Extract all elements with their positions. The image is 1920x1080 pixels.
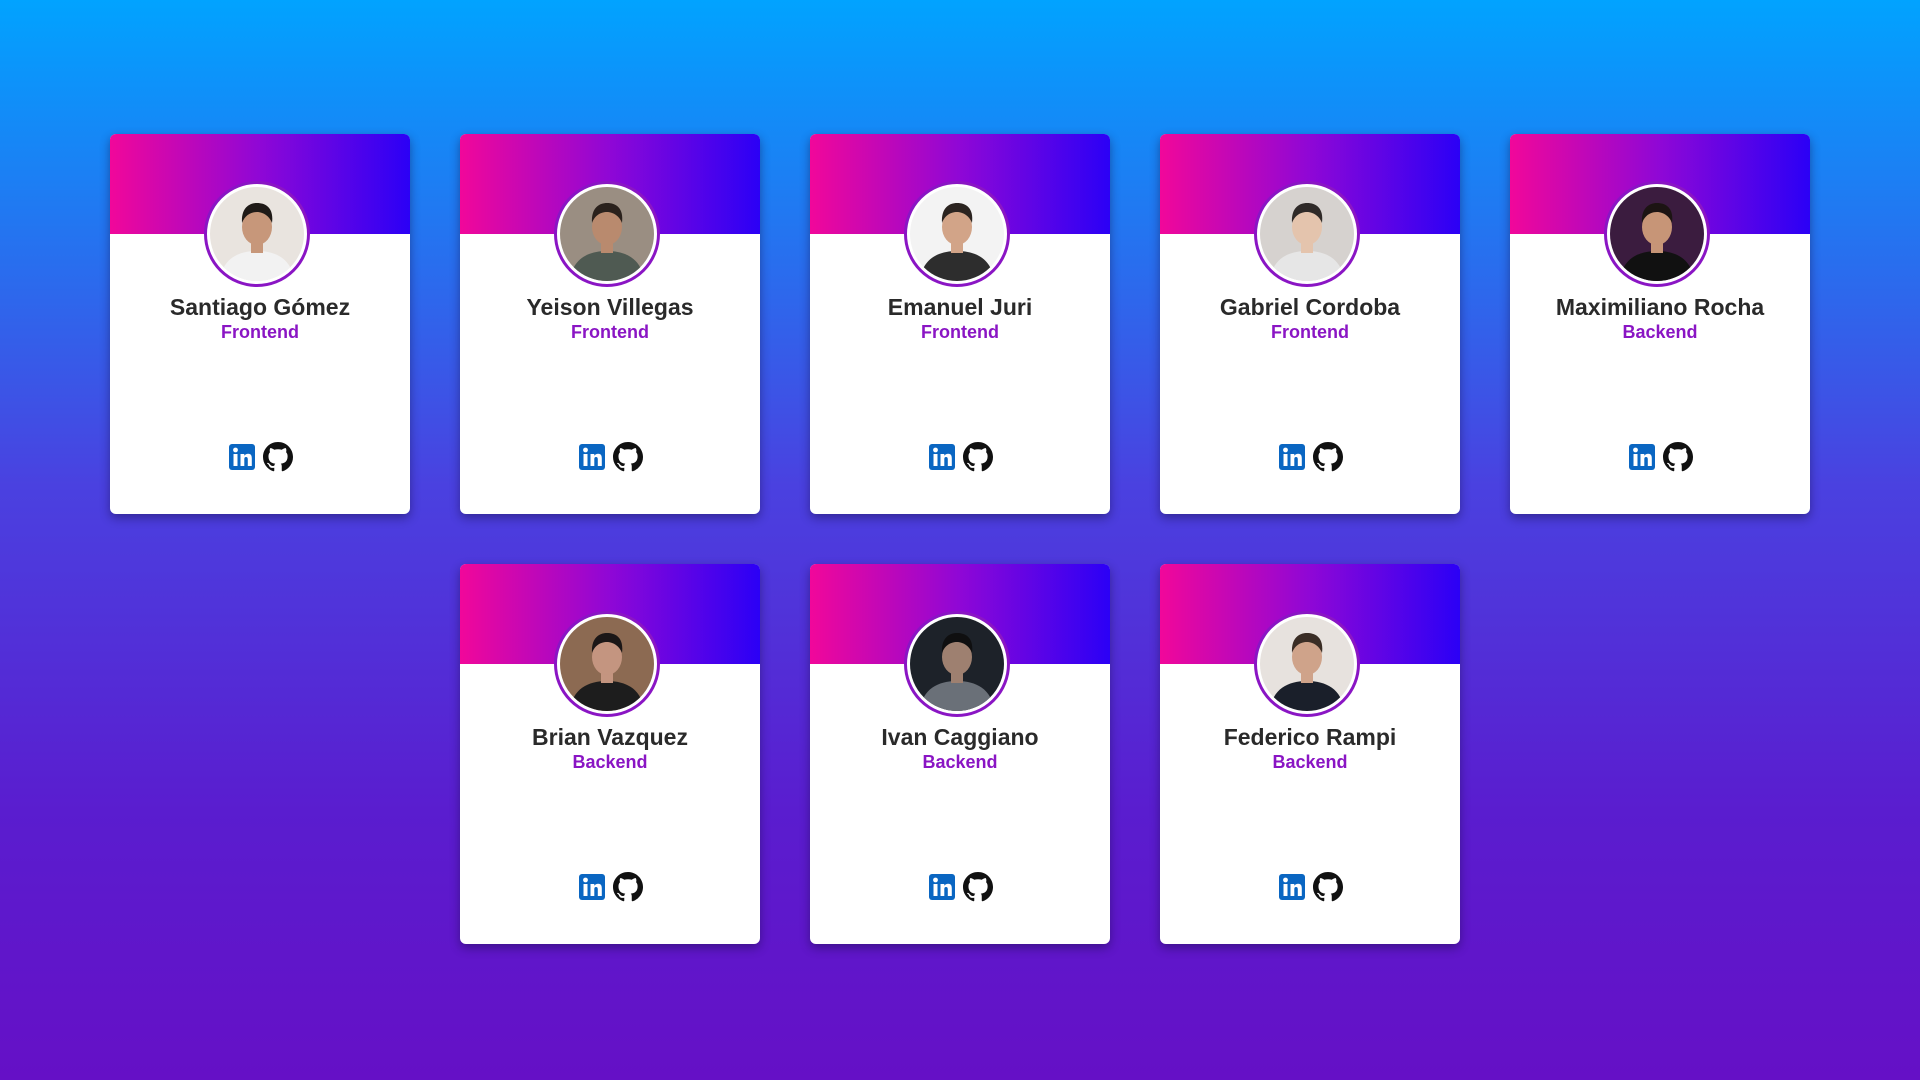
team-row-1: Santiago Gómez Frontend Yeison Villegas …	[0, 134, 1920, 514]
profile-photo	[560, 187, 654, 281]
team-row-2: Brian Vazquez Backend Ivan Caggiano Back…	[0, 564, 1920, 944]
linkedin-link[interactable]	[927, 442, 957, 472]
team-card: Santiago Gómez Frontend	[110, 134, 410, 514]
github-link[interactable]	[1663, 442, 1693, 472]
avatar	[204, 181, 310, 287]
github-link[interactable]	[613, 442, 643, 472]
member-role: Frontend	[1271, 322, 1349, 342]
member-role: Frontend	[221, 322, 299, 342]
linkedin-icon	[929, 874, 955, 900]
github-link[interactable]	[263, 442, 293, 472]
github-icon	[613, 872, 643, 902]
profile-photo	[1610, 187, 1704, 281]
team-card: Emanuel Juri Frontend	[810, 134, 1110, 514]
linkedin-icon	[1629, 444, 1655, 470]
profile-photo	[910, 617, 1004, 711]
profile-photo	[1260, 617, 1354, 711]
github-link[interactable]	[1313, 872, 1343, 902]
team-card: Ivan Caggiano Backend	[810, 564, 1110, 944]
member-name: Ivan Caggiano	[881, 724, 1039, 750]
github-icon	[963, 872, 993, 902]
avatar	[554, 611, 660, 717]
github-icon	[263, 442, 293, 472]
social-links	[1160, 872, 1460, 902]
avatar	[554, 181, 660, 287]
linkedin-link[interactable]	[1277, 442, 1307, 472]
github-link[interactable]	[963, 442, 993, 472]
linkedin-link[interactable]	[927, 872, 957, 902]
linkedin-icon	[1279, 874, 1305, 900]
team-card: Federico Rampi Backend	[1160, 564, 1460, 944]
team-card: Yeison Villegas Frontend	[460, 134, 760, 514]
social-links	[1510, 442, 1810, 472]
linkedin-link[interactable]	[577, 442, 607, 472]
github-link[interactable]	[1313, 442, 1343, 472]
social-links	[110, 442, 410, 472]
member-name: Yeison Villegas	[526, 294, 694, 320]
linkedin-icon	[229, 444, 255, 470]
avatar	[1604, 181, 1710, 287]
linkedin-icon	[579, 444, 605, 470]
github-icon	[1663, 442, 1693, 472]
avatar	[1254, 611, 1360, 717]
linkedin-icon	[579, 874, 605, 900]
github-link[interactable]	[613, 872, 643, 902]
github-link[interactable]	[963, 872, 993, 902]
social-links	[460, 442, 760, 472]
linkedin-link[interactable]	[1627, 442, 1657, 472]
github-icon	[613, 442, 643, 472]
profile-photo	[560, 617, 654, 711]
profile-photo	[1260, 187, 1354, 281]
github-icon	[963, 442, 993, 472]
social-links	[810, 872, 1110, 902]
member-name: Brian Vazquez	[532, 724, 688, 750]
avatar	[904, 611, 1010, 717]
member-role: Frontend	[571, 322, 649, 342]
avatar	[904, 181, 1010, 287]
linkedin-link[interactable]	[577, 872, 607, 902]
member-role: Backend	[572, 752, 648, 772]
member-role: Backend	[922, 752, 998, 772]
member-role: Backend	[1622, 322, 1698, 342]
member-name: Santiago Gómez	[169, 294, 351, 320]
member-role: Frontend	[921, 322, 999, 342]
team-card: Maximiliano Rocha Backend	[1510, 134, 1810, 514]
profile-photo	[910, 187, 1004, 281]
member-name: Maximiliano Rocha	[1555, 294, 1765, 320]
linkedin-link[interactable]	[227, 442, 257, 472]
social-links	[1160, 442, 1460, 472]
avatar	[1254, 181, 1360, 287]
github-icon	[1313, 442, 1343, 472]
team-card: Gabriel Cordoba Frontend	[1160, 134, 1460, 514]
linkedin-icon	[929, 444, 955, 470]
github-icon	[1313, 872, 1343, 902]
member-role: Backend	[1272, 752, 1348, 772]
member-name: Federico Rampi	[1223, 724, 1397, 750]
linkedin-icon	[1279, 444, 1305, 470]
social-links	[460, 872, 760, 902]
linkedin-link[interactable]	[1277, 872, 1307, 902]
member-name: Gabriel Cordoba	[1219, 294, 1401, 320]
social-links	[810, 442, 1110, 472]
member-name: Emanuel Juri	[887, 294, 1033, 320]
profile-photo	[210, 187, 304, 281]
team-card: Brian Vazquez Backend	[460, 564, 760, 944]
team-grid: Santiago Gómez Frontend Yeison Villegas …	[0, 0, 1920, 1080]
